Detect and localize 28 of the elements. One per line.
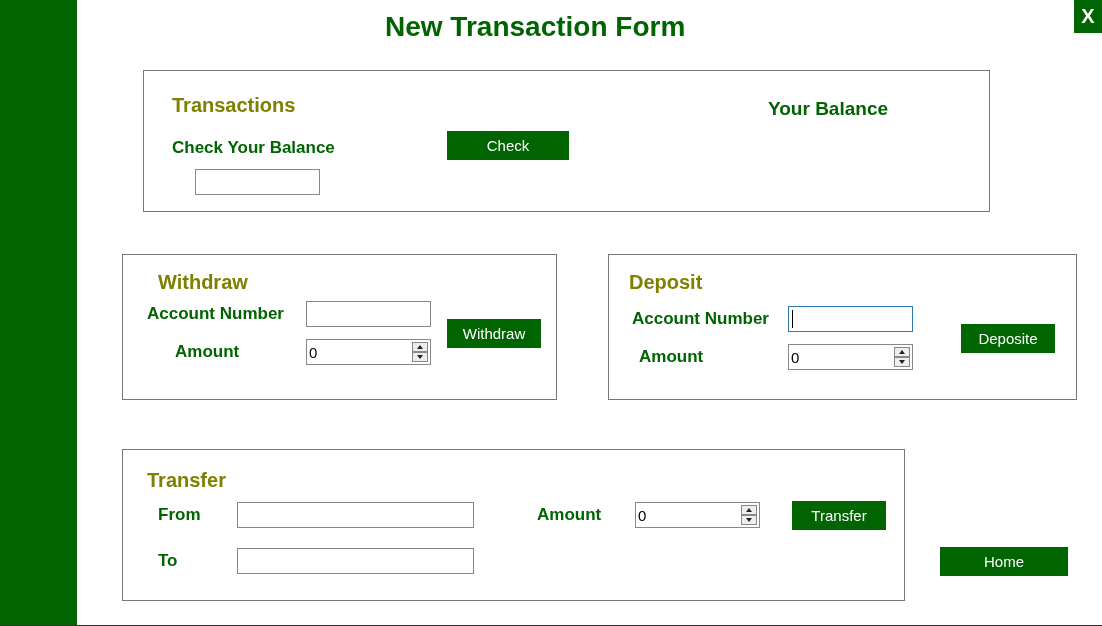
from-field[interactable] (237, 502, 474, 528)
check-button[interactable]: Check (447, 131, 569, 160)
account-number-field[interactable] (788, 306, 913, 332)
close-button[interactable]: X (1074, 0, 1102, 33)
window-title: New Transaction Form (385, 11, 686, 43)
section-title: Transactions (172, 94, 297, 117)
field-label: Amount (638, 347, 705, 367)
to-field[interactable] (237, 548, 474, 574)
submit-button[interactable]: Deposite (961, 323, 1055, 353)
field-label: Account Number (147, 304, 285, 324)
amount-spinner[interactable]: 0 (306, 339, 431, 365)
field-label: From (157, 505, 202, 525)
section-title: Deposit (629, 271, 704, 294)
account-number-field[interactable] (306, 301, 431, 327)
field-label: Amount (174, 342, 241, 362)
home-button[interactable]: Home (940, 547, 1068, 576)
transfer-button[interactable]: Transfer (792, 500, 886, 530)
section-title: Withdraw (158, 271, 249, 294)
field-label: Check Your Balance (172, 138, 336, 158)
submit-button[interactable]: Withdraw (447, 318, 541, 348)
balance-label: Your Balance (768, 98, 889, 120)
section-title: Transfer (147, 469, 227, 492)
field-label: Amount (536, 505, 603, 525)
amount-spinner[interactable]: 0 (635, 502, 760, 528)
field-label: Account Number (632, 309, 770, 329)
balance-field[interactable] (195, 169, 320, 195)
amount-spinner[interactable]: 0 (788, 344, 913, 370)
field-label: To (157, 551, 179, 571)
